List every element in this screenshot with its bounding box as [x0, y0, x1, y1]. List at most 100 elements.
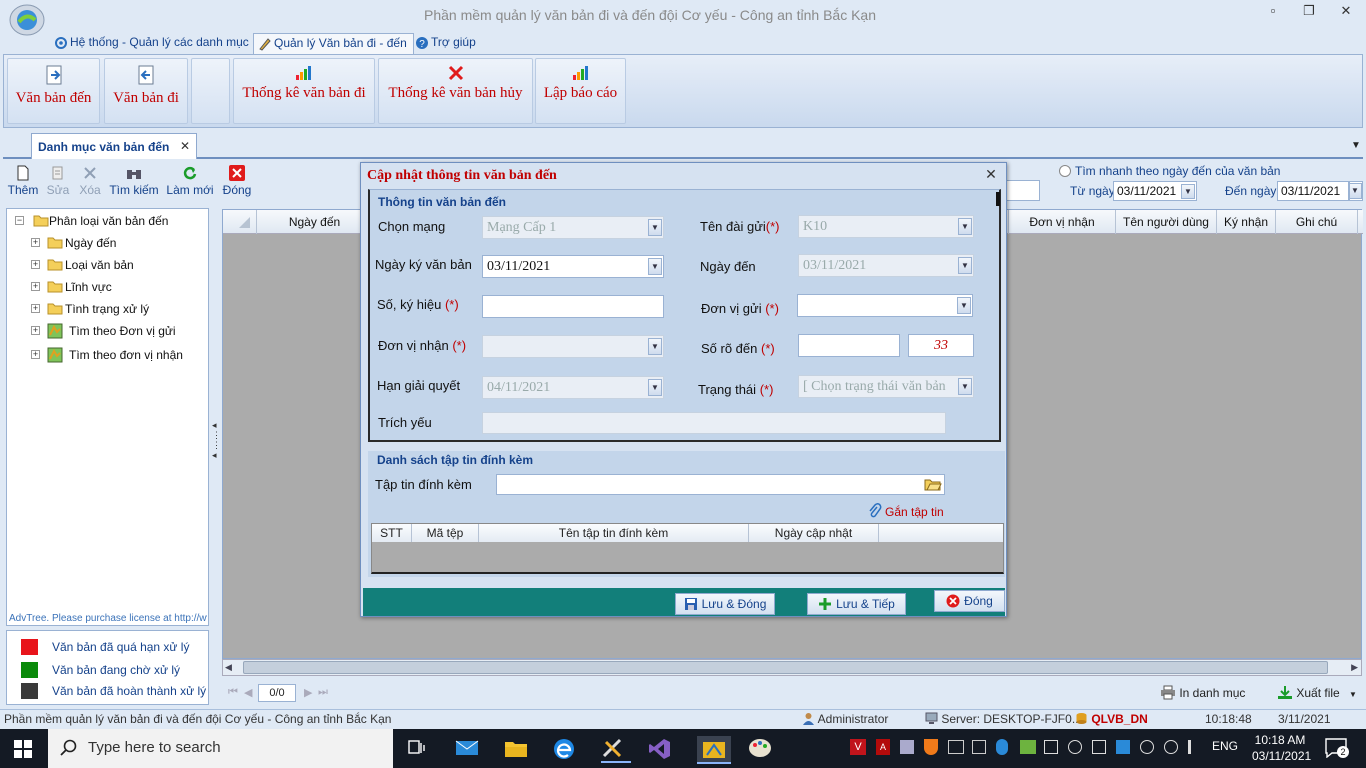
folder-open-icon[interactable] [924, 476, 942, 492]
tab-document-management[interactable]: Quản lý Văn bản đi - đến [253, 33, 414, 54]
splitter-handle[interactable]: ◂ ⋮ ⋮ ◂ [212, 420, 221, 490]
search-button[interactable]: Tìm kiếm [108, 162, 160, 202]
deadline-picker[interactable]: 04/11/2021 ▼ [482, 376, 664, 399]
chevron-down-icon[interactable]: ▼ [648, 379, 662, 396]
col-user-name[interactable]: Tên người dùng [1116, 210, 1217, 234]
tray-update-icon[interactable] [1140, 740, 1154, 754]
expand-icon[interactable]: + [31, 304, 40, 313]
col-updated-date[interactable]: Ngày cập nhật [749, 524, 879, 542]
network-select[interactable]: Mạng Cấp 1 ▼ [482, 216, 664, 239]
paint-app-icon[interactable] [748, 737, 772, 759]
tray-language[interactable]: ENG [1212, 739, 1238, 753]
chevron-down-icon[interactable]: ▼ [648, 219, 662, 236]
receiver-select[interactable]: ▼ [482, 335, 664, 358]
add-button[interactable]: Thêm [6, 162, 40, 202]
chevron-down-icon[interactable]: ▼ [1181, 184, 1195, 199]
chevron-down-icon[interactable]: ▼ [958, 378, 972, 395]
next-page-icon[interactable]: ▶ [304, 686, 312, 699]
tray-network-off-icon[interactable] [948, 740, 964, 754]
start-icon[interactable] [14, 740, 32, 758]
chevron-down-icon[interactable]: ▼ [648, 338, 662, 355]
outgoing-docs-button[interactable]: Văn bản đi [104, 58, 188, 124]
col-notes[interactable]: Ghi chú [1276, 210, 1358, 234]
tray-nvidia-icon[interactable] [1020, 740, 1036, 754]
tray-security-icon[interactable] [1044, 740, 1058, 754]
close-window-button[interactable]: ✕ [1330, 0, 1362, 24]
last-page-icon[interactable]: ⏭ [318, 686, 328, 699]
tab-overflow-icon[interactable]: ▼ [1351, 140, 1361, 151]
create-report-button[interactable]: Lập báo cáo [535, 58, 626, 124]
tab-help[interactable]: ? Trợ giúp [411, 33, 482, 54]
attach-file-button[interactable]: Gắn tập tin [868, 503, 944, 519]
first-page-icon[interactable]: ⏮ [228, 686, 238, 699]
maximize-button[interactable]: ❐ [1293, 0, 1325, 24]
arrive-date-picker[interactable]: 03/11/2021 ▼ [798, 254, 974, 277]
edit-button[interactable]: Sửa [43, 162, 73, 202]
chevron-down-icon[interactable]: ▼ [1349, 690, 1357, 699]
minimize-button[interactable]: ▫ [1257, 0, 1289, 24]
tray-clock[interactable]: 10:18 AM 03/11/2021 [1252, 732, 1311, 764]
print-list-button[interactable]: In danh mục [1160, 685, 1245, 700]
dialog-close-button[interactable]: ✕ [981, 166, 1001, 184]
tray-people-icon[interactable] [1116, 740, 1130, 754]
save-close-button[interactable]: Lưu & Đóng [675, 593, 775, 615]
export-file-button[interactable]: Xuất file ▼ [1277, 685, 1357, 700]
to-date-input[interactable]: 03/11/2021 [1277, 181, 1349, 201]
summary-input[interactable] [482, 412, 946, 434]
tab-close-button[interactable]: ✕ [180, 139, 190, 153]
select-all-corner[interactable] [223, 210, 257, 234]
expand-icon[interactable]: + [31, 260, 40, 269]
tray-globe-icon[interactable] [1164, 740, 1178, 754]
sign-date-picker[interactable]: 03/11/2021 ▼ [482, 255, 664, 278]
tab-incoming-doc-list[interactable]: Danh mục văn bản đến ✕ [31, 133, 197, 159]
col-signed[interactable]: Ký nhận [1217, 210, 1276, 234]
taskbar-search-box[interactable]: Type here to search [48, 729, 393, 768]
number-input[interactable] [482, 295, 664, 318]
quick-search-radio[interactable] [1059, 165, 1071, 177]
chevron-down-icon[interactable]: ▼ [648, 258, 662, 275]
incoming-docs-button[interactable]: Văn bản đến [7, 58, 100, 124]
tools-app-icon[interactable] [601, 737, 631, 763]
tray-pdf-icon[interactable]: A [876, 739, 890, 755]
file-explorer-icon[interactable] [504, 738, 528, 758]
dialog-close-footer-button[interactable]: Đóng [934, 590, 1005, 612]
from-date-input[interactable]: 03/11/2021 ▼ [1113, 181, 1197, 201]
delete-button[interactable]: Xóa [76, 162, 104, 202]
tray-usb-icon[interactable] [972, 740, 986, 754]
tray-shield-icon[interactable] [924, 739, 938, 755]
active-app-icon[interactable] [697, 736, 731, 764]
col-file-name[interactable]: Tên tập tin đính kèm [479, 524, 749, 542]
tray-device-icon[interactable] [1092, 740, 1106, 754]
attachments-table[interactable]: STT Mã tệp Tên tập tin đính kèm Ngày cập… [371, 523, 1004, 574]
col-arrival-date[interactable]: Ngày đến [257, 210, 373, 234]
edge-browser-icon[interactable] [553, 738, 575, 760]
horizontal-scrollbar[interactable]: ◀ ▶ [222, 659, 1362, 676]
save-next-button[interactable]: Lưu & Tiếp [807, 593, 906, 615]
chevron-down-icon[interactable]: ▼ [958, 218, 972, 235]
task-view-icon[interactable] [407, 739, 427, 757]
expand-icon[interactable]: + [31, 350, 40, 359]
scroll-right-icon[interactable]: ▶ [1351, 662, 1358, 673]
to-date-dropdown[interactable]: ▼ [1349, 181, 1363, 201]
outgoing-stats-button[interactable]: Thống kê văn bản đi [233, 58, 375, 124]
attach-path-input[interactable] [496, 474, 945, 495]
tray-sync-icon[interactable] [1068, 740, 1082, 754]
hidden-input-edge[interactable] [1006, 180, 1040, 201]
tray-volume-icon[interactable] [1188, 740, 1202, 754]
collapse-icon[interactable]: − [15, 216, 24, 225]
col-receiver-unit[interactable]: Đơn vị nhận [1008, 210, 1116, 234]
ribbon-empty-button[interactable] [191, 58, 230, 124]
station-select[interactable]: K10 ▼ [798, 215, 974, 238]
tray-v-icon[interactable]: V [850, 739, 866, 755]
tray-bluetooth-icon[interactable] [996, 739, 1008, 755]
arrival-no-counter[interactable]: 33 [908, 334, 974, 357]
cancelled-stats-button[interactable]: Thống kê văn bản hủy [378, 58, 533, 124]
close-button[interactable]: Đóng [220, 162, 254, 202]
refresh-button[interactable]: Làm mới [165, 162, 215, 202]
col-stt[interactable]: STT [372, 524, 412, 542]
visual-studio-icon[interactable] [649, 738, 671, 760]
col-file-code[interactable]: Mã tệp [412, 524, 479, 542]
prev-page-icon[interactable]: ◀ [244, 686, 252, 699]
scroll-thumb[interactable] [243, 661, 1328, 674]
page-position-field[interactable]: 0/0 [258, 684, 296, 702]
